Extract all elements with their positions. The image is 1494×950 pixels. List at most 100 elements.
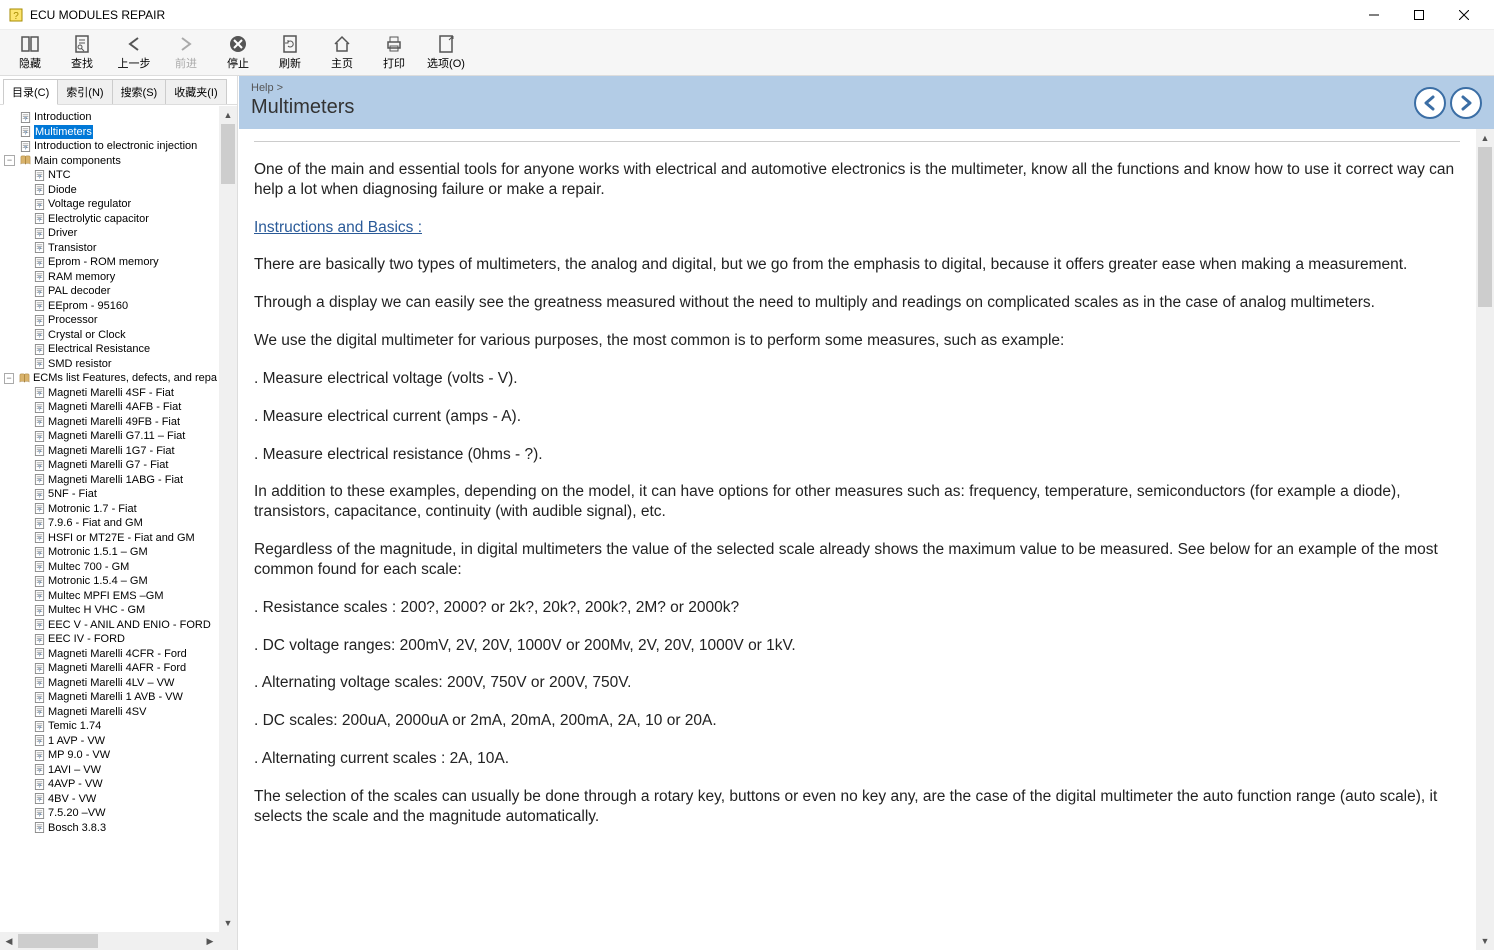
scroll-track[interactable] bbox=[1476, 147, 1494, 932]
scroll-thumb[interactable] bbox=[18, 934, 98, 948]
tree-item[interactable]: ?Processor bbox=[18, 313, 217, 328]
refresh-button[interactable]: 刷新 bbox=[264, 32, 316, 73]
back-button[interactable]: 上一步 bbox=[108, 32, 160, 73]
tree-item[interactable]: ?Electrical Resistance bbox=[18, 342, 217, 357]
doc-icon: ? bbox=[33, 474, 46, 485]
tree-item[interactable]: ?Temic 1.74 bbox=[18, 719, 217, 734]
tree-item[interactable]: ?7.5.20 –VW bbox=[18, 806, 217, 821]
tree-item[interactable]: ?PAL decoder bbox=[18, 284, 217, 299]
tree-item[interactable]: ?7.9.6 - Fiat and GM bbox=[18, 516, 217, 531]
toolbar-label: 隐藏 bbox=[19, 55, 41, 71]
scroll-thumb[interactable] bbox=[1478, 147, 1492, 307]
tree-item[interactable]: ?EEprom - 95160 bbox=[18, 299, 217, 314]
tree-item[interactable]: ?Introduction bbox=[4, 110, 217, 125]
tree-item[interactable]: ?HSFI or MT27E - Fiat and GM bbox=[18, 531, 217, 546]
tree-item[interactable]: ?Magneti Marelli 4SV bbox=[18, 705, 217, 720]
tree-item[interactable]: ?Magneti Marelli G7.11 – Fiat bbox=[18, 429, 217, 444]
expand-toggle-icon[interactable]: − bbox=[4, 155, 15, 166]
tree-item[interactable]: ?Crystal or Clock bbox=[18, 328, 217, 343]
tree-item[interactable]: ?1 AVP - VW bbox=[18, 734, 217, 749]
tab-contents[interactable]: 目录(C) bbox=[3, 79, 58, 105]
tree-item[interactable]: ?EEC IV - FORD bbox=[18, 632, 217, 647]
tree-label: Motronic 1.5.1 – GM bbox=[48, 545, 148, 560]
scroll-left-icon[interactable]: ◀ bbox=[0, 932, 18, 950]
scroll-up-icon[interactable]: ▲ bbox=[219, 106, 237, 124]
tree-item[interactable]: ?5NF - Fiat bbox=[18, 487, 217, 502]
tree-item[interactable]: ?Multec 700 - GM bbox=[18, 560, 217, 575]
tree-item[interactable]: ?4AVP - VW bbox=[18, 777, 217, 792]
tree[interactable]: ?Introduction?Multimeters?Introduction t… bbox=[0, 106, 219, 932]
hide-button[interactable]: 隐藏 bbox=[4, 32, 56, 73]
svg-text:?: ? bbox=[38, 668, 41, 674]
tree-item[interactable]: ?Motronic 1.5.1 – GM bbox=[18, 545, 217, 560]
tree-item[interactable]: ?Multimeters bbox=[4, 125, 217, 140]
scroll-track[interactable] bbox=[219, 124, 237, 914]
close-button[interactable] bbox=[1441, 0, 1486, 29]
stop-button[interactable]: 停止 bbox=[212, 32, 264, 73]
stop-icon bbox=[228, 34, 248, 54]
paragraph: . Resistance scales : 200?, 2000? or 2k?… bbox=[254, 598, 1460, 618]
tree-item[interactable]: ?Driver bbox=[18, 226, 217, 241]
tree-item[interactable]: ?Eprom - ROM memory bbox=[18, 255, 217, 270]
book-icon bbox=[19, 155, 32, 166]
doc-icon: ? bbox=[33, 199, 46, 210]
tree-item[interactable]: ?Motronic 1.7 - Fiat bbox=[18, 502, 217, 517]
print-button[interactable]: 打印 bbox=[368, 32, 420, 73]
tree-item[interactable]: ?Magneti Marelli 4AFR - Ford bbox=[18, 661, 217, 676]
tree-label: Main components bbox=[34, 154, 121, 169]
scroll-thumb[interactable] bbox=[221, 124, 235, 184]
tree-item[interactable]: ?Voltage regulator bbox=[18, 197, 217, 212]
paragraph: . Alternating voltage scales: 200V, 750V… bbox=[254, 673, 1460, 693]
tree-item[interactable]: ?Motronic 1.5.4 – GM bbox=[18, 574, 217, 589]
tree-item[interactable]: ?Magneti Marelli 1 AVB - VW bbox=[18, 690, 217, 705]
tree-item[interactable]: ?Magneti Marelli G7 - Fiat bbox=[18, 458, 217, 473]
tree-item[interactable]: ?NTC bbox=[18, 168, 217, 183]
tree-item[interactable]: ?Electrolytic capacitor bbox=[18, 212, 217, 227]
tree-item[interactable]: ?Magneti Marelli 1G7 - Fiat bbox=[18, 444, 217, 459]
sidebar-vscroll[interactable]: ▲ ▼ bbox=[219, 106, 237, 932]
scroll-down-icon[interactable]: ▼ bbox=[1476, 932, 1494, 950]
expand-toggle-icon[interactable]: − bbox=[4, 373, 14, 384]
svg-text:?: ? bbox=[24, 117, 27, 123]
tree-label: Introduction to electronic injection bbox=[34, 139, 197, 154]
tree-item[interactable]: ?Magneti Marelli 4SF - Fiat bbox=[18, 386, 217, 401]
tree-item[interactable]: ?Magneti Marelli 4CFR - Ford bbox=[18, 647, 217, 662]
doc-icon: ? bbox=[33, 431, 46, 442]
scroll-up-icon[interactable]: ▲ bbox=[1476, 129, 1494, 147]
find-button[interactable]: 查找 bbox=[56, 32, 108, 73]
tree-label: EEC IV - FORD bbox=[48, 632, 125, 647]
tree-item[interactable]: ?Magneti Marelli 4LV – VW bbox=[18, 676, 217, 691]
tree-item[interactable]: ?RAM memory bbox=[18, 270, 217, 285]
sidebar-hscroll[interactable]: ◀ ▶ bbox=[0, 932, 219, 950]
article-vscroll[interactable]: ▲ ▼ bbox=[1476, 129, 1494, 950]
minimize-button[interactable] bbox=[1351, 0, 1396, 29]
tab-search[interactable]: 搜索(S) bbox=[112, 79, 167, 104]
tree-item[interactable]: ?Transistor bbox=[18, 241, 217, 256]
tab-fav[interactable]: 收藏夹(I) bbox=[165, 79, 226, 104]
scroll-down-icon[interactable]: ▼ bbox=[219, 914, 237, 932]
tree-item[interactable]: ?Introduction to electronic injection bbox=[4, 139, 217, 154]
tree-item[interactable]: ?Magneti Marelli 49FB - Fiat bbox=[18, 415, 217, 430]
tree-item[interactable]: ?1AVI – VW bbox=[18, 763, 217, 778]
tree-item[interactable]: ?MP 9.0 - VW bbox=[18, 748, 217, 763]
tree-item[interactable]: ?Magneti Marelli 1ABG - Fiat bbox=[18, 473, 217, 488]
tree-item[interactable]: ?Bosch 3.8.3 bbox=[18, 821, 217, 836]
toolbar-label: 上一步 bbox=[118, 55, 151, 71]
prev-page-button[interactable] bbox=[1414, 87, 1446, 119]
tree-item[interactable]: ?Multec MPFI EMS –GM bbox=[18, 589, 217, 604]
next-page-button[interactable] bbox=[1450, 87, 1482, 119]
home-button[interactable]: 主页 bbox=[316, 32, 368, 73]
tree-item[interactable]: ?Magneti Marelli 4AFB - Fiat bbox=[18, 400, 217, 415]
tree-item[interactable]: ?Multec H VHC - GM bbox=[18, 603, 217, 618]
tree-folder[interactable]: −ECMs list Features, defects, and repa bbox=[4, 371, 217, 386]
tree-item[interactable]: ?SMD resistor bbox=[18, 357, 217, 372]
tree-item[interactable]: ?4BV - VW bbox=[18, 792, 217, 807]
scroll-track[interactable] bbox=[18, 932, 201, 950]
tree-folder[interactable]: − Main components bbox=[4, 154, 217, 169]
options-button[interactable]: 选项(O) bbox=[420, 32, 472, 73]
tab-index[interactable]: 索引(N) bbox=[57, 79, 112, 104]
maximize-button[interactable] bbox=[1396, 0, 1441, 29]
tree-item[interactable]: ?EEC V - ANIL AND ENIO - FORD bbox=[18, 618, 217, 633]
tree-item[interactable]: ?Diode bbox=[18, 183, 217, 198]
scroll-right-icon[interactable]: ▶ bbox=[201, 932, 219, 950]
